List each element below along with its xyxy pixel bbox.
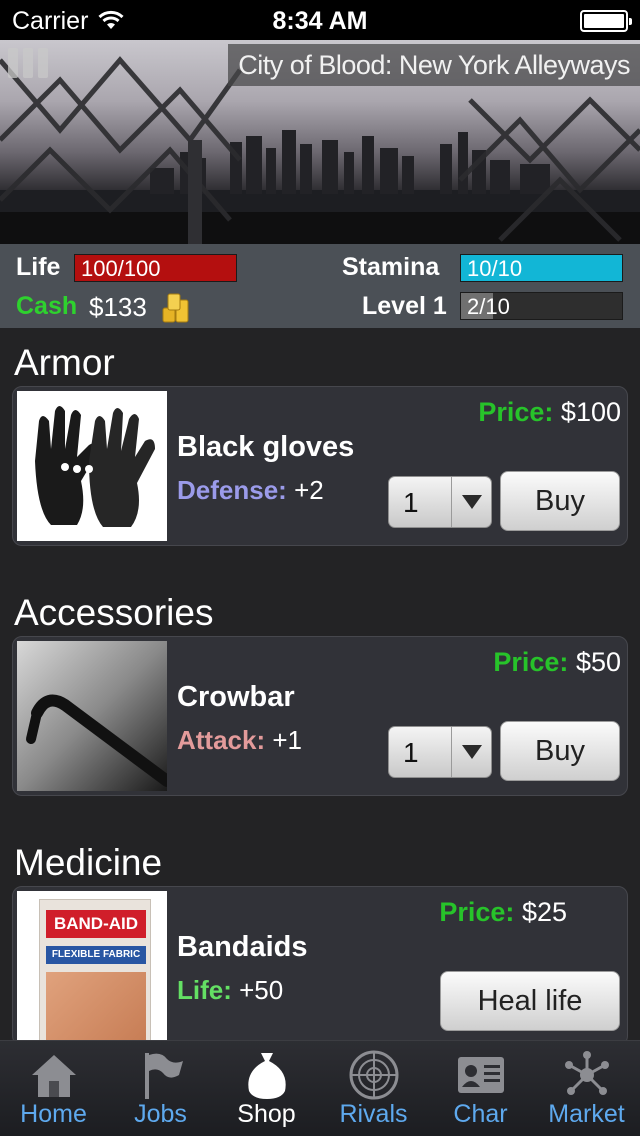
level-value: 2/10 xyxy=(467,294,510,319)
item-name: Crowbar xyxy=(177,681,295,713)
item-card-black-gloves: Black gloves Defense: +2 Price: $100 1 B… xyxy=(12,386,628,546)
player-stats: Life 100/100 Stamina 10/10 Cash $133 Lev… xyxy=(0,244,640,328)
quantity-select[interactable]: 1 xyxy=(388,476,492,528)
stamina-bar: 10/10 xyxy=(460,254,623,282)
money-bag-icon xyxy=(247,1053,286,1099)
tab-jobs[interactable]: Jobs xyxy=(107,1041,214,1136)
clock: 8:34 AM xyxy=(272,7,368,35)
cash-value: $133 xyxy=(89,292,147,322)
stamina-label: Stamina xyxy=(342,253,440,281)
life-bar: 100/100 xyxy=(74,254,237,282)
box-brand-text: BAND-AID xyxy=(46,910,146,938)
tab-market[interactable]: Market xyxy=(533,1041,640,1136)
quantity-select[interactable]: 1 xyxy=(388,726,492,778)
coins-icon xyxy=(162,293,189,323)
item-price: Price: $25 xyxy=(439,897,567,928)
quantity-value: 1 xyxy=(403,487,419,518)
tab-char[interactable]: Char xyxy=(427,1041,534,1136)
price-label: Price: xyxy=(493,647,569,677)
chevron-down-icon xyxy=(451,477,491,527)
menu-icon[interactable] xyxy=(8,48,54,82)
section-title-accessories: Accessories xyxy=(14,592,214,633)
tab-rivals[interactable]: Rivals xyxy=(320,1041,427,1136)
radar-icon xyxy=(349,1050,398,1100)
bandaids-image: BAND-AID FLEXIBLE FABRIC xyxy=(17,891,167,1040)
status-bar: Carrier 8:34 AM xyxy=(0,0,640,40)
item-name: Bandaids xyxy=(177,931,308,963)
item-stat: Attack: +1 xyxy=(177,725,302,756)
item-stat: Life: +50 xyxy=(177,975,283,1006)
section-title-medicine: Medicine xyxy=(14,842,163,883)
shop-list[interactable]: Armor Black gloves Defense: +2 Price: $1… xyxy=(0,328,640,1040)
tab-label: Market xyxy=(548,1100,625,1128)
box-subtext: FLEXIBLE FABRIC xyxy=(46,946,146,964)
location-title: City of Blood: New York Alleyways xyxy=(228,44,640,86)
level-label: Level 1 xyxy=(362,292,447,320)
tab-bar: Home Jobs Shop Rivals Char Market xyxy=(0,1040,640,1136)
chevron-down-icon xyxy=(451,727,491,777)
heal-life-button[interactable]: Heal life xyxy=(440,971,620,1031)
network-icon xyxy=(564,1051,609,1095)
stat-label: Defense: xyxy=(177,475,287,505)
crowbar-image xyxy=(17,641,167,791)
life-value: 100/100 xyxy=(81,256,161,281)
home-icon xyxy=(31,1055,76,1097)
battery-icon xyxy=(580,10,632,32)
life-label: Life xyxy=(16,253,61,281)
item-price: Price: $50 xyxy=(493,647,621,678)
item-card-bandaids: BAND-AID FLEXIBLE FABRIC Bandaids Life: … xyxy=(12,886,628,1040)
stat-value: +1 xyxy=(272,725,303,755)
section-title-armor: Armor xyxy=(14,342,115,383)
tab-shop[interactable]: Shop xyxy=(213,1041,320,1136)
price-label: Price: xyxy=(439,897,515,927)
stat-value: +50 xyxy=(239,975,284,1005)
item-card-crowbar: Crowbar Attack: +1 Price: $50 1 Buy xyxy=(12,636,628,796)
id-card-icon xyxy=(457,1057,504,1093)
item-stat: Defense: +2 xyxy=(177,475,324,506)
quantity-value: 1 xyxy=(403,737,419,768)
buy-button[interactable]: Buy xyxy=(500,721,620,781)
stat-value: +2 xyxy=(294,475,324,505)
buy-button[interactable]: Buy xyxy=(500,471,620,531)
flag-icon xyxy=(144,1053,183,1099)
item-name: Black gloves xyxy=(177,431,355,463)
stamina-value: 10/10 xyxy=(467,256,523,281)
level-bar: 2/10 xyxy=(460,292,623,320)
cash-label: Cash xyxy=(16,292,78,320)
price-value: $100 xyxy=(560,397,621,427)
black-gloves-image xyxy=(17,391,167,541)
item-price: Price: $100 xyxy=(478,397,621,428)
price-value: $25 xyxy=(521,897,567,927)
price-value: $50 xyxy=(575,647,621,677)
location-banner: City of Blood: New York Alleyways xyxy=(0,40,640,244)
tab-home[interactable]: Home xyxy=(0,1041,107,1136)
price-label: Price: xyxy=(478,397,554,427)
stat-label: Attack: xyxy=(177,725,266,755)
stat-label: Life: xyxy=(177,975,232,1005)
